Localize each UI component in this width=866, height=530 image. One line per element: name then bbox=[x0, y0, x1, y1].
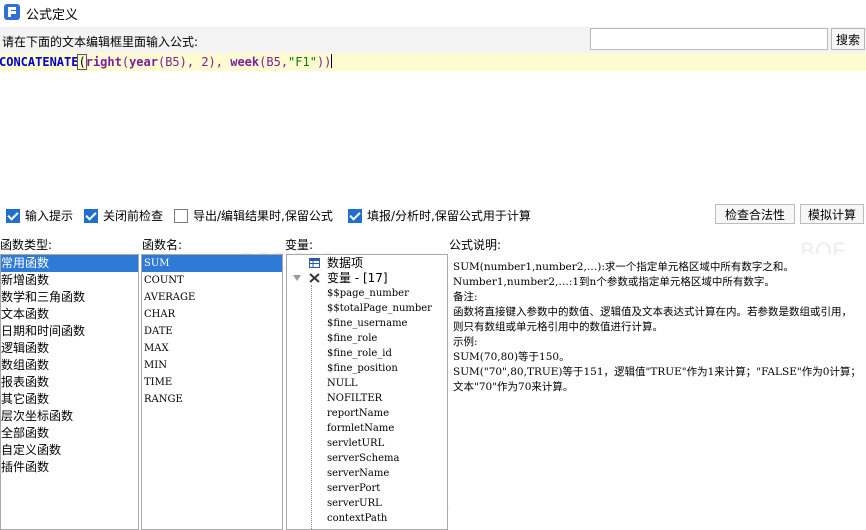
list-item[interactable]: 逻辑函数 bbox=[1, 340, 138, 357]
check-on-close-checkbox[interactable] bbox=[84, 208, 98, 223]
list-item[interactable]: 插件函数 bbox=[1, 459, 138, 476]
input-hint-checkbox[interactable] bbox=[6, 208, 20, 223]
formula-editor[interactable]: CONCATENATE(right(year(B5), 2), week(B5,… bbox=[0, 53, 866, 200]
list-item[interactable]: 数组函数 bbox=[1, 357, 138, 374]
formula-desc-label: 公式说明: bbox=[449, 238, 502, 252]
list-item[interactable]: COUNT bbox=[142, 272, 282, 289]
tree-leaf[interactable]: serverSchema bbox=[287, 451, 447, 466]
arg-text: (B5, bbox=[259, 55, 289, 69]
paren-close: )) bbox=[316, 55, 332, 69]
tree-leaf[interactable]: serverPort bbox=[287, 481, 447, 496]
variable-tree[interactable]: 数据项 变量 - [17] $$page_number $$totalPage_… bbox=[286, 254, 448, 530]
list-item[interactable]: 自定义函数 bbox=[1, 442, 138, 459]
list-item[interactable]: 层次坐标函数 bbox=[1, 408, 138, 425]
search-input[interactable] bbox=[590, 28, 828, 50]
tree-leaf[interactable]: reportName bbox=[287, 406, 447, 421]
tree-leaf[interactable]: serverName bbox=[287, 466, 447, 481]
chevron-down-icon[interactable] bbox=[293, 275, 301, 281]
list-item[interactable]: DATE bbox=[142, 323, 282, 340]
category-list[interactable]: 常用函数 新增函数 数学和三角函数 文本函数 日期和时间函数 逻辑函数 数组函数… bbox=[0, 254, 139, 530]
list-item[interactable]: RANGE bbox=[142, 391, 282, 408]
fn-year: year bbox=[129, 55, 158, 69]
tree-node-label: 变量 - [17] bbox=[327, 271, 388, 285]
table-icon bbox=[309, 258, 320, 268]
text-caret bbox=[331, 54, 333, 68]
title-bar: 公式定义 bbox=[0, 0, 866, 26]
window-title: 公式定义 bbox=[26, 8, 79, 23]
list-item[interactable]: 新增函数 bbox=[1, 272, 138, 289]
list-item[interactable]: SUM bbox=[142, 255, 282, 272]
list-item[interactable]: 常用函数 bbox=[1, 255, 138, 272]
export-keep-option[interactable]: 导出/编辑结果时,保留公式 bbox=[174, 207, 333, 224]
tree-leaf[interactable]: contextPath bbox=[287, 511, 447, 526]
list-item[interactable]: AVERAGE bbox=[142, 289, 282, 306]
export-keep-checkbox[interactable] bbox=[174, 208, 188, 223]
check-on-close-label: 关闭前检查 bbox=[103, 209, 164, 223]
list-item[interactable]: TIME bbox=[142, 374, 282, 391]
tree-leaf[interactable]: $$totalPage_number bbox=[287, 301, 447, 316]
paren-open: ( bbox=[77, 54, 87, 70]
tree-leaf[interactable]: NULL bbox=[287, 376, 447, 391]
fn-right: right bbox=[85, 55, 122, 69]
formula-description: SUM(number1,number2,…):求一个指定单元格区域中所有数字之和… bbox=[449, 254, 866, 528]
description-text: SUM(number1,number2,…):求一个指定单元格区域中所有数字之和… bbox=[453, 261, 861, 393]
tree-node-variable-group[interactable]: 变量 - [17] bbox=[287, 271, 447, 286]
list-item[interactable]: 报表函数 bbox=[1, 374, 138, 391]
fill-keep-checkbox[interactable] bbox=[348, 208, 362, 223]
variable-icon bbox=[309, 273, 320, 283]
prompt-label: 请在下面的文本编辑框里面输入公式: bbox=[2, 35, 199, 49]
fn-concatenate: CONCATENATE bbox=[0, 55, 79, 69]
func-type-label: 函数类型: bbox=[0, 238, 53, 252]
paren: ( bbox=[121, 55, 130, 69]
formula-text[interactable]: CONCATENATE(right(year(B5), 2), week(B5,… bbox=[0, 54, 333, 70]
list-item[interactable]: 其它函数 bbox=[1, 391, 138, 408]
export-keep-label: 导出/编辑结果时,保留公式 bbox=[193, 209, 333, 223]
fn-week: week bbox=[230, 55, 260, 69]
variable-label: 变量: bbox=[285, 238, 314, 252]
simulate-button[interactable]: 模拟计算 bbox=[800, 204, 864, 224]
list-item[interactable]: 全部函数 bbox=[1, 425, 138, 442]
tree-leaf[interactable]: $$page_number bbox=[287, 286, 447, 301]
input-hint-option[interactable]: 输入提示 bbox=[6, 207, 73, 224]
string-literal: "F1" bbox=[288, 55, 317, 69]
func-name-label: 函数名: bbox=[142, 238, 183, 252]
tree-node-data-item[interactable]: 数据项 bbox=[287, 256, 447, 271]
tree-leaf[interactable]: $fine_username bbox=[287, 316, 447, 331]
app-logo-icon bbox=[4, 4, 20, 20]
tree-leaf[interactable]: $fine_position bbox=[287, 361, 447, 376]
tree-leaf[interactable]: NOFILTER bbox=[287, 391, 447, 406]
arg-text: (B5), 2), bbox=[157, 55, 231, 69]
tree-leaf[interactable]: formletName bbox=[287, 421, 447, 436]
list-item[interactable]: 日期和时间函数 bbox=[1, 323, 138, 340]
input-hint-label: 输入提示 bbox=[25, 209, 74, 223]
tree-node-label: 数据项 bbox=[327, 256, 364, 270]
list-item[interactable]: 文本函数 bbox=[1, 306, 138, 323]
list-item[interactable]: MAX bbox=[142, 340, 282, 357]
tree-leaf[interactable]: serverURL bbox=[287, 496, 447, 511]
list-item[interactable]: 数学和三角函数 bbox=[1, 289, 138, 306]
function-list[interactable]: SUM COUNT AVERAGE CHAR DATE MAX MIN TIME… bbox=[141, 254, 283, 530]
check-on-close-option[interactable]: 关闭前检查 bbox=[84, 207, 163, 224]
tree-leaf[interactable]: $fine_role bbox=[287, 331, 447, 346]
list-item[interactable]: MIN bbox=[142, 357, 282, 374]
search-button[interactable]: 搜索 bbox=[831, 28, 865, 50]
formula-current-line: CONCATENATE(right(year(B5), 2), week(B5,… bbox=[0, 53, 866, 71]
check-validity-button[interactable]: 检查合法性 bbox=[715, 204, 795, 224]
list-item[interactable]: CHAR bbox=[142, 306, 282, 323]
fill-keep-option[interactable]: 填报/分析时,保留公式用于计算 bbox=[348, 207, 531, 224]
tree-leaf[interactable]: $fine_role_id bbox=[287, 346, 447, 361]
fill-keep-label: 填报/分析时,保留公式用于计算 bbox=[367, 209, 531, 223]
tree-leaf[interactable]: servletURL bbox=[287, 436, 447, 451]
